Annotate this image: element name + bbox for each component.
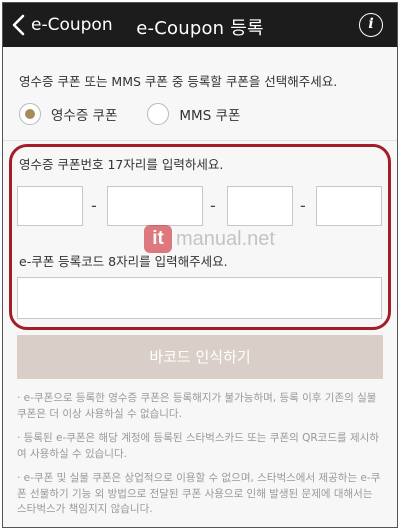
radio-label: MMS 쿠폰	[179, 108, 241, 124]
note-item: · e-쿠폰으로 등록한 영수증 쿠폰은 등록해지가 불가능하며, 등록 이후 …	[17, 392, 377, 420]
info-icon[interactable]: i	[359, 13, 383, 37]
receipt-code-input-2[interactable]	[107, 186, 203, 226]
note-item: · 등록된 e-쿠폰은 해당 계정에 등록된 스타벅스카드 또는 쿠폰의 QR코…	[17, 432, 379, 460]
note-item: · e-쿠폰 및 실물 쿠폰은 상업적으로 이용할 수 없으며, 스타벅스에서 …	[17, 472, 381, 515]
coupon-type-instruction: 영수증 쿠폰 또는 MMS 쿠폰 중 등록할 쿠폰을 선택해주세요.	[19, 74, 338, 89]
radio-receipt-coupon[interactable]: 영수증 쿠폰	[19, 103, 117, 125]
receipt-code-input-3[interactable]	[227, 186, 293, 226]
app-screen: e-Coupon e-Coupon 등록 i 영수증 쿠폰 또는 MMS 쿠폰 …	[2, 2, 398, 528]
barcode-scan-button[interactable]: 바코드 인식하기	[17, 335, 383, 379]
page-title: e-Coupon 등록	[136, 18, 264, 39]
code-separator: -	[91, 196, 97, 215]
radio-mms-coupon[interactable]: MMS 쿠폰	[147, 103, 240, 125]
header-bar: e-Coupon e-Coupon 등록 i	[3, 3, 397, 47]
radio-checked-icon	[19, 103, 41, 125]
code-separator: -	[210, 196, 216, 215]
register-code-label: e-쿠폰 등록코드 8자리를 입력해주세요.	[19, 254, 228, 269]
section-divider	[3, 140, 397, 141]
receipt-code-label: 영수증 쿠폰번호 17자리를 입력하세요.	[19, 157, 224, 172]
code-separator: -	[300, 196, 306, 215]
receipt-code-input-4[interactable]	[316, 186, 382, 226]
radio-unchecked-icon	[147, 103, 170, 125]
receipt-code-input-1[interactable]	[17, 186, 83, 226]
coupon-type-radio-group: 영수증 쿠폰 MMS 쿠폰	[19, 103, 270, 125]
notes-list: · e-쿠폰으로 등록한 영수증 쿠폰은 등록해지가 불가능하며, 등록 이후 …	[17, 391, 383, 527]
register-code-input[interactable]	[17, 277, 382, 319]
radio-label: 영수증 쿠폰	[51, 108, 118, 124]
